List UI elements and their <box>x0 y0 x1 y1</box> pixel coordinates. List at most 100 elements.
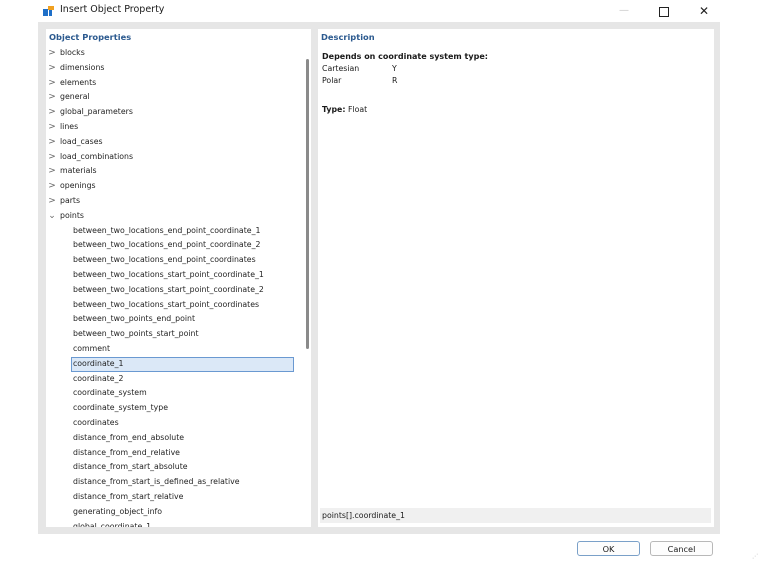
dialog-content: Object Properties > blocks > dimensions > ele… <box>38 22 720 534</box>
object-properties-header: Object Properties <box>49 32 132 42</box>
tree-child-item[interactable]: coordinate_system_type <box>46 401 304 416</box>
tree-child-item[interactable]: coordinate_2 <box>46 372 304 387</box>
tree-child-item[interactable]: coordinate_1 <box>71 356 294 372</box>
resize-grip-icon[interactable]: ⋰ <box>752 554 758 560</box>
close-button[interactable]: ✕ <box>690 1 718 21</box>
tree-item-label: blocks <box>60 48 85 57</box>
maximize-icon <box>659 6 669 17</box>
tree-child-label: distance_from_start_is_defined_as_relati… <box>73 477 240 487</box>
chevron-right-icon[interactable]: > <box>48 46 56 61</box>
description-row: Cartesian Y <box>322 63 488 75</box>
type-value: Float <box>347 105 368 114</box>
tree-child-item[interactable]: distance_from_start_relative <box>46 490 304 505</box>
tree-item-label: points <box>60 210 84 220</box>
scrollbar-thumb[interactable] <box>306 59 309 349</box>
tree-child-item[interactable]: distance_from_start_absolute <box>46 460 304 475</box>
tree-child-item[interactable]: generating_object_info <box>46 505 304 520</box>
tree-child-label: between_two_locations_end_point_coordina… <box>73 240 261 250</box>
tree-child-label: distance_from_end_relative <box>73 447 180 457</box>
tree-child-item[interactable]: between_two_points_end_point <box>46 312 304 327</box>
tree-child-item[interactable]: distance_from_start_is_defined_as_relati… <box>46 475 304 490</box>
chevron-right-icon[interactable]: > <box>48 135 56 150</box>
tree-child-item[interactable]: between_two_locations_end_point_coordina… <box>46 253 304 268</box>
tree-child-label: between_two_points_end_point <box>73 314 196 324</box>
tree-child-item[interactable]: between_two_locations_end_point_coordina… <box>46 238 304 253</box>
tree-child-item[interactable]: distance_from_end_absolute <box>46 431 304 446</box>
chevron-right-icon[interactable]: > <box>48 164 56 179</box>
tree-child-label: coordinate_1 <box>73 358 124 368</box>
tree-child-label: between_two_locations_end_point_coordina… <box>73 255 256 265</box>
tree-scrollbar[interactable] <box>305 59 310 349</box>
type-line: Type: Float <box>322 105 367 114</box>
tree-child-label: global_coordinate_1 <box>73 521 152 528</box>
tree-child-item[interactable]: coordinates <box>46 416 304 431</box>
description-row-value: R <box>392 75 398 85</box>
chevron-right-icon[interactable]: > <box>48 194 56 209</box>
tree-child-item[interactable]: comment <box>46 342 304 357</box>
type-label: Type: <box>322 105 346 114</box>
tree-item-general[interactable]: > general <box>46 90 304 105</box>
tree-child-label: coordinate_system <box>73 388 147 398</box>
description-body: Depends on coordinate system type: Carte… <box>322 52 488 86</box>
tree-item-blocks[interactable]: > blocks <box>46 46 304 61</box>
description-panel: Description Depends on coordinate system… <box>318 29 714 527</box>
tree-child-label: between_two_locations_start_point_coordi… <box>73 299 260 309</box>
tree-child-item[interactable]: coordinate_system <box>46 386 304 401</box>
tree-item-elements[interactable]: > elements <box>46 76 304 91</box>
tree-child-item[interactable]: distance_from_end_relative <box>46 446 304 461</box>
tree-child-item[interactable]: between_two_locations_start_point_coordi… <box>46 298 304 313</box>
tree-child-label: between_two_locations_end_point_coordina… <box>73 225 261 235</box>
property-path: points[].coordinate_1 <box>320 508 711 523</box>
description-row: Polar R <box>322 75 488 87</box>
tree-item-label: dimensions <box>60 62 105 72</box>
maximize-button[interactable] <box>650 1 678 21</box>
description-row-name: Polar <box>322 75 342 85</box>
tree-child-label: distance_from_start_absolute <box>73 462 188 472</box>
title-bar: Insert Object Property — ✕ <box>38 0 720 22</box>
tree-child-item[interactable]: between_two_points_start_point <box>46 327 304 342</box>
chevron-right-icon[interactable]: > <box>48 61 56 76</box>
chevron-down-icon[interactable]: ⌄ <box>48 209 56 224</box>
chevron-right-icon[interactable]: > <box>48 150 56 165</box>
tree-item-global-parameters[interactable]: > global_parameters <box>46 105 304 120</box>
tree-child-label: coordinate_system_type <box>73 403 168 413</box>
tree-item-load-cases[interactable]: > load_cases <box>46 135 304 150</box>
minimize-button[interactable]: — <box>610 1 638 21</box>
description-header: Description <box>321 32 375 42</box>
property-tree[interactable]: > blocks > dimensions > elements > general > glob… <box>46 46 304 527</box>
tree-item-label: parts <box>60 195 81 205</box>
ok-button[interactable]: OK <box>577 541 640 556</box>
chevron-right-icon[interactable]: > <box>48 179 56 194</box>
tree-child-label: between_two_points_start_point <box>73 329 199 339</box>
chevron-right-icon[interactable]: > <box>48 90 56 105</box>
tree-item-parts[interactable]: > parts <box>46 194 304 209</box>
tree-child-label: coordinates <box>73 417 119 427</box>
description-row-value: Y <box>392 64 397 73</box>
chevron-right-icon[interactable]: > <box>48 120 56 135</box>
tree-child-label: comment <box>73 343 111 353</box>
tree-item-materials[interactable]: > materials <box>46 164 304 179</box>
tree-child-label: distance_from_end_absolute <box>73 432 185 442</box>
description-heading: Depends on coordinate system type: <box>322 52 488 61</box>
tree-item-label: load_combinations <box>60 151 134 161</box>
tree-item-openings[interactable]: > openings <box>46 179 304 194</box>
tree-item-points[interactable]: ⌄ points <box>46 209 304 224</box>
tree-item-load-combinations[interactable]: > load_combinations <box>46 150 304 165</box>
chevron-right-icon[interactable]: > <box>48 105 56 120</box>
tree-item-dimensions[interactable]: > dimensions <box>46 61 304 76</box>
tree-child-label: generating_object_info <box>73 506 163 516</box>
tree-item-label: global_parameters <box>60 107 133 117</box>
tree-child-item[interactable]: global_coordinate_1 <box>46 520 304 528</box>
app-icon <box>43 6 54 16</box>
description-row-name: Cartesian <box>322 64 360 73</box>
window-title: Insert Object Property <box>60 4 165 15</box>
tree-item-lines[interactable]: > lines <box>46 120 304 135</box>
chevron-right-icon[interactable]: > <box>48 76 56 91</box>
tree-item-label: lines <box>60 121 79 131</box>
tree-child-item[interactable]: between_two_locations_start_point_coordi… <box>46 283 304 298</box>
tree-child-label: coordinate_2 <box>73 373 124 383</box>
tree-child-item[interactable]: between_two_locations_start_point_coordi… <box>46 268 304 283</box>
tree-item-label: general <box>60 92 90 102</box>
tree-child-item[interactable]: between_two_locations_end_point_coordina… <box>46 224 304 239</box>
cancel-button[interactable]: Cancel <box>650 541 713 556</box>
